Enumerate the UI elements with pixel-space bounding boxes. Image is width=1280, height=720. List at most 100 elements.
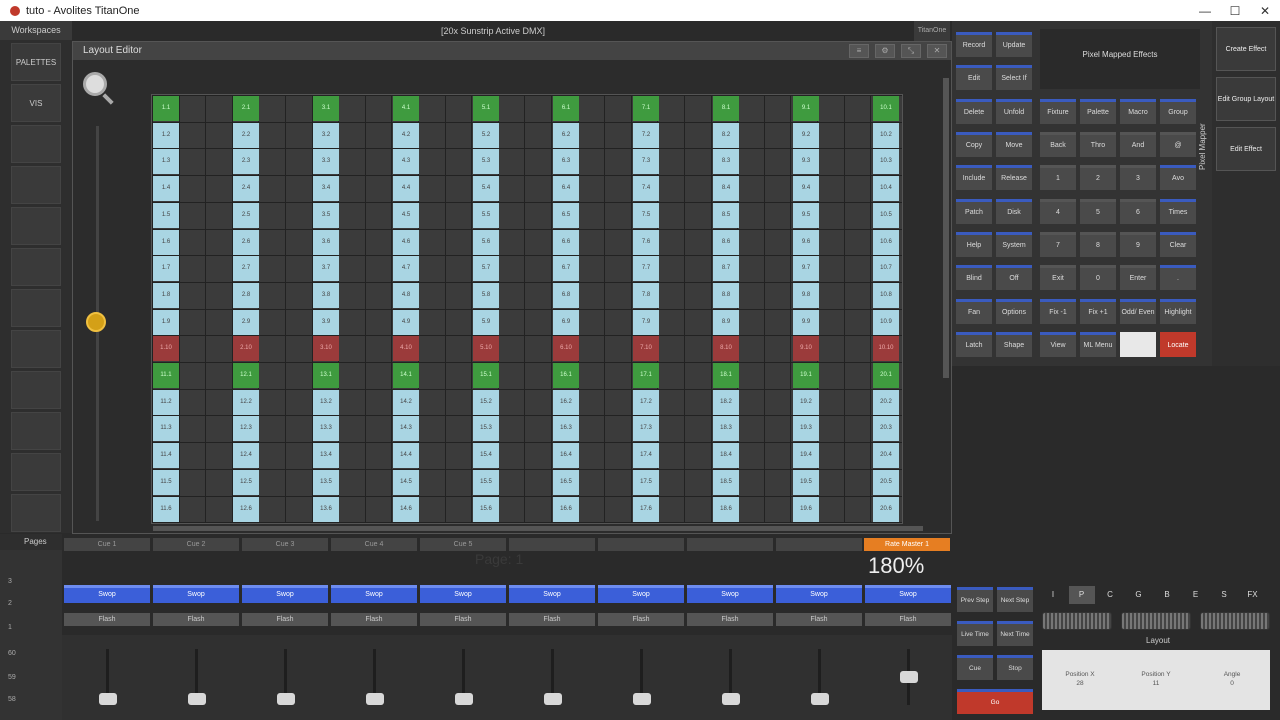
page-number[interactable]: 60 [8,650,16,657]
page-number[interactable]: 58 [8,696,16,703]
fixture-cell[interactable]: 6.3 [553,149,579,175]
fixture-cell[interactable]: 8.1 [713,96,739,121]
pad-button-include[interactable]: Include [956,165,992,190]
numpad-key-5[interactable]: 5 [1080,199,1116,224]
fixture-cell[interactable]: 7.1 [633,96,659,121]
fixture-cell[interactable]: 11.2 [153,389,179,415]
pad-button-copy[interactable]: Copy [956,132,992,157]
fixture-cell[interactable]: 8.9 [713,309,739,335]
page-number[interactable]: 2 [8,600,12,607]
flash-button[interactable]: Flash [776,613,862,626]
fixture-cell[interactable]: 1.2 [153,122,179,148]
fixture-cell[interactable]: 4.2 [393,122,419,148]
fixture-cell[interactable]: 12.6 [233,496,259,522]
flash-button[interactable]: Flash [420,613,506,626]
numpad-key-0[interactable]: 0 [1080,265,1116,290]
pad-button-release[interactable]: Release [996,165,1032,190]
fixture-cell[interactable]: 16.4 [553,443,579,469]
workspace-slot-12[interactable] [11,494,61,532]
fixture-cell[interactable]: 5.7 [473,256,499,282]
pad-button-thro[interactable]: Thro [1080,132,1116,157]
fixture-cell[interactable]: 19.2 [793,389,819,415]
pad-button-blind[interactable]: Blind [956,265,992,290]
fixture-cell[interactable]: 15.5 [473,469,499,495]
fixture-cell[interactable]: 3.10 [313,336,339,362]
fixture-cell[interactable]: 18.4 [713,443,739,469]
fixture-cell[interactable]: 8.8 [713,282,739,308]
pad-button-locate[interactable]: Locate [1160,332,1196,357]
swop-button[interactable]: Swop [598,585,684,603]
workspace-slot-6[interactable] [11,248,61,286]
fixture-cell[interactable]: 10.6 [873,229,899,255]
flash-button[interactable]: Flash [687,613,773,626]
attribute-tab-s[interactable]: S [1211,586,1237,604]
encoder-wheel-3[interactable] [1200,612,1270,630]
cue-tab-4[interactable]: Cue 4 [331,538,417,551]
fixture-cell[interactable]: 4.1 [393,96,419,121]
fixture-cell[interactable]: 5.2 [473,122,499,148]
fixture-cell[interactable]: 4.9 [393,309,419,335]
fixture-cell[interactable]: 7.7 [633,256,659,282]
edit-group-layout-button[interactable]: Edit Group Layout [1216,77,1276,121]
fixture-cell[interactable]: 12.2 [233,389,259,415]
fader-knob[interactable] [544,693,562,705]
fixture-cell[interactable]: 6.10 [553,336,579,362]
fixture-cell[interactable]: 16.3 [553,416,579,442]
fixture-cell[interactable]: 4.8 [393,282,419,308]
fixture-cell[interactable]: 9.8 [793,282,819,308]
fixture-cell[interactable]: 10.5 [873,202,899,228]
fader-knob[interactable] [811,693,829,705]
fixture-cell[interactable]: 9.9 [793,309,819,335]
swop-button[interactable]: Swop [242,585,328,603]
numpad-key-2[interactable]: 2 [1080,165,1116,190]
fixture-cell[interactable]: 2.5 [233,202,259,228]
pad-button-view[interactable]: View [1040,332,1076,357]
fixture-cell[interactable]: 16.6 [553,496,579,522]
fixture-cell[interactable]: 15.6 [473,496,499,522]
pad-button-fixture[interactable]: Fixture [1040,99,1076,124]
flash-button[interactable]: Flash [64,613,150,626]
cue-tab-1[interactable]: Cue 1 [64,538,150,551]
fixture-cell[interactable]: 18.6 [713,496,739,522]
fixture-cell[interactable]: 1.5 [153,202,179,228]
attribute-tab-b[interactable]: B [1154,586,1180,604]
numpad-key-3[interactable]: 3 [1120,165,1156,190]
pad-button-off[interactable]: Off [996,265,1032,290]
fixture-cell[interactable]: 11.6 [153,496,179,522]
fixture-cell[interactable]: 7.4 [633,176,659,202]
fixture-cell[interactable]: 7.10 [633,336,659,362]
workspace-slot-7[interactable] [11,289,61,327]
workspace-slot-3[interactable] [11,125,61,163]
fixture-cell[interactable]: 6.5 [553,202,579,228]
pad-button-help[interactable]: Help [956,232,992,257]
workspace-slot-10[interactable] [11,412,61,450]
pad-button-move[interactable]: Move [996,132,1032,157]
fixture-cell[interactable]: 2.3 [233,149,259,175]
fixture-cell[interactable]: 8.4 [713,176,739,202]
fixture-cell[interactable]: 7.5 [633,202,659,228]
pad-button-palette[interactable]: Palette [1080,99,1116,124]
next-time-button[interactable]: Next Time [997,621,1033,646]
swop-button[interactable]: Swop [331,585,417,603]
attribute-tab-p[interactable]: P [1068,586,1095,604]
fixture-cell[interactable]: 2.8 [233,282,259,308]
pad-button-at[interactable]: @ [1160,132,1196,157]
fixture-cell[interactable]: 7.2 [633,122,659,148]
fader-knob[interactable] [900,671,918,683]
prev-step-button[interactable]: Prev Step [957,587,993,612]
fixture-cell[interactable]: 8.5 [713,202,739,228]
numpad-key-7[interactable]: 7 [1040,232,1076,257]
fixture-cell[interactable]: 1.3 [153,149,179,175]
fixture-cell[interactable]: 14.3 [393,416,419,442]
vertical-scrollbar[interactable] [943,78,949,378]
fixture-cell[interactable]: 10.9 [873,309,899,335]
layout-grid[interactable]: 1.1 1.2 1.3 1.4 1.5 1.6 1.7 1.8 1.9 1.10 11.1 11.2 1… [151,94,903,524]
fixture-cell[interactable]: 17.1 [633,363,659,388]
fixture-cell[interactable]: 6.1 [553,96,579,121]
fixture-cell[interactable]: 8.7 [713,256,739,282]
fader-knob[interactable] [633,693,651,705]
page-number[interactable]: 3 [8,578,12,585]
fixture-cell[interactable]: 20.2 [873,389,899,415]
fixture-cell[interactable]: 7.3 [633,149,659,175]
fixture-cell[interactable]: 18.3 [713,416,739,442]
